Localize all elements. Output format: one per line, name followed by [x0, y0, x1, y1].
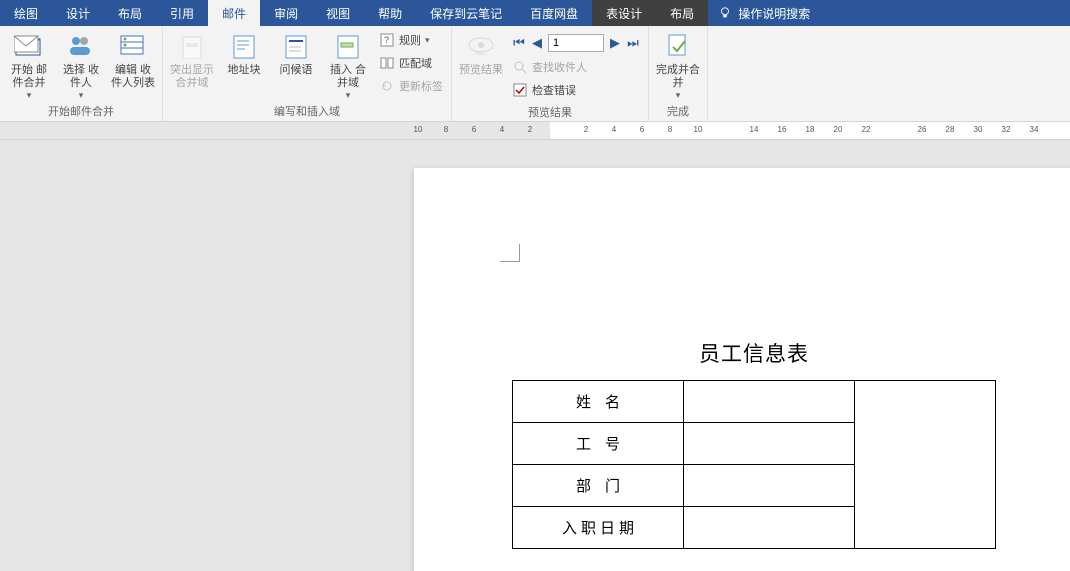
tab-table-design[interactable]: 表设计: [592, 0, 656, 26]
preview-results-button: ABC 预览结果: [456, 28, 506, 77]
finish-label: 完成并合并: [655, 64, 701, 90]
caret-icon: ▾: [676, 90, 681, 101]
next-record-button[interactable]: ▶: [608, 35, 622, 51]
tab-design[interactable]: 设计: [52, 0, 104, 26]
find-recipient-button: 查找收件人: [512, 57, 640, 77]
tab-help[interactable]: 帮助: [364, 0, 416, 26]
address-block-button[interactable]: 地址块: [219, 28, 269, 77]
caret-icon: ▾: [79, 90, 84, 101]
rules-button[interactable]: ? 规则 ▾: [379, 30, 443, 50]
list-edit-icon: [117, 30, 149, 62]
address-label: 地址块: [228, 64, 261, 77]
record-number-input[interactable]: [548, 34, 604, 52]
greeting-icon: [280, 30, 312, 62]
caret-icon: ▾: [346, 90, 351, 101]
match-label: 匹配域: [399, 55, 432, 71]
lightbulb-icon: [718, 6, 732, 20]
select-recipients-button[interactable]: 选择 收件人 ▾: [56, 28, 106, 101]
paragraph-anchor: [500, 244, 520, 262]
tab-layout[interactable]: 布局: [104, 0, 156, 26]
group-preview: ABC 预览结果 ⏮ ◀ ▶ ⏭ 查找收件人 检查错误: [452, 26, 649, 121]
tab-table-layout[interactable]: 布局: [656, 0, 708, 26]
cell-id-label[interactable]: 工号: [513, 423, 684, 465]
horizontal-ruler[interactable]: 10864224681014161820222628303234: [0, 122, 1070, 140]
edit-recipient-list-button[interactable]: 编辑 收件人列表: [108, 28, 158, 90]
cell-name-value[interactable]: [684, 381, 855, 423]
check-icon: [512, 82, 528, 98]
caret-icon: ▾: [425, 35, 430, 46]
tab-baidu[interactable]: 百度网盘: [516, 0, 592, 26]
group-start-merge: 开始 邮件合并 ▾ 选择 收件人 ▾ 编辑 收件人列表 开始邮件合并: [0, 26, 163, 121]
first-record-button[interactable]: ⏮: [512, 35, 526, 51]
rules-label: 规则: [399, 32, 421, 48]
table-row: 姓名: [513, 381, 996, 423]
ribbon-tabs: 绘图 设计 布局 引用 邮件 审阅 视图 帮助 保存到云笔记 百度网盘 表设计 …: [0, 0, 1070, 26]
tell-me-search[interactable]: 操作说明搜索: [708, 0, 820, 26]
refresh-icon: [379, 78, 395, 94]
tab-mailings[interactable]: 邮件: [208, 0, 260, 26]
update-label: 更新标签: [399, 78, 443, 94]
highlight-label: 突出显示 合并域: [169, 64, 215, 90]
svg-text:?: ?: [384, 35, 389, 45]
tab-references[interactable]: 引用: [156, 0, 208, 26]
match-fields-button[interactable]: 匹配域: [379, 53, 443, 73]
greeting-line-button[interactable]: 问候语: [271, 28, 321, 77]
caret-icon: ▾: [27, 90, 32, 101]
edit-list-label: 编辑 收件人列表: [110, 64, 156, 90]
insert-field-icon: [332, 30, 364, 62]
group-finish: 完成并合并 ▾ 完成: [649, 26, 708, 121]
preview-icon: ABC: [465, 30, 497, 62]
cell-id-value[interactable]: [684, 423, 855, 465]
insert-merge-field-button[interactable]: 插入 合并域 ▾: [323, 28, 373, 101]
search-icon: [512, 59, 528, 75]
greeting-label: 问候语: [280, 64, 313, 77]
cell-dept-label[interactable]: 部门: [513, 465, 684, 507]
cell-hire-label[interactable]: 入职日期: [513, 507, 684, 549]
cell-hire-value[interactable]: [684, 507, 855, 549]
highlight-fields-button: 突出显示 合并域: [167, 28, 217, 90]
envelope-icon: [13, 30, 45, 62]
last-record-button[interactable]: ⏭: [626, 35, 640, 51]
find-recipient-label: 查找收件人: [532, 59, 587, 75]
select-recipients-label: 选择 收件人: [58, 64, 104, 90]
match-icon: [379, 55, 395, 71]
page-title[interactable]: 员工信息表: [500, 338, 1008, 368]
tell-me-label: 操作说明搜索: [738, 5, 810, 22]
group-start-label: 开始邮件合并: [4, 101, 158, 122]
start-merge-label: 开始 邮件合并: [6, 64, 52, 90]
tab-drawing[interactable]: 绘图: [0, 0, 52, 26]
group-write-label: 编写和插入域: [167, 101, 447, 122]
group-finish-label: 完成: [653, 101, 703, 122]
finish-icon: [662, 30, 694, 62]
cell-name-label[interactable]: 姓名: [513, 381, 684, 423]
document-workspace: 员工信息表 姓名 工号 部门 入职日期: [0, 140, 1070, 571]
cell-dept-value[interactable]: [684, 465, 855, 507]
highlight-icon: [176, 30, 208, 62]
group-preview-label: 预览结果: [456, 102, 644, 123]
address-icon: [228, 30, 260, 62]
rules-icon: ?: [379, 32, 395, 48]
people-icon: [65, 30, 97, 62]
employee-table[interactable]: 姓名 工号 部门 入职日期: [512, 380, 996, 549]
document-page[interactable]: 员工信息表 姓名 工号 部门 入职日期: [414, 168, 1070, 571]
prev-record-button[interactable]: ◀: [530, 35, 544, 51]
tab-save-cloud[interactable]: 保存到云笔记: [416, 0, 516, 26]
insert-field-label: 插入 合并域: [325, 64, 371, 90]
start-mail-merge-button[interactable]: 开始 邮件合并 ▾: [4, 28, 54, 101]
finish-merge-button[interactable]: 完成并合并 ▾: [653, 28, 703, 101]
group-write-fields: 突出显示 合并域 地址块 问候语 插入 合并域 ▾ ? 规则 ▾: [163, 26, 452, 121]
tab-review[interactable]: 审阅: [260, 0, 312, 26]
update-labels-button: 更新标签: [379, 76, 443, 96]
preview-label: 预览结果: [459, 64, 503, 77]
check-errors-label: 检查错误: [532, 82, 576, 98]
check-errors-button[interactable]: 检查错误: [512, 80, 640, 100]
tab-view[interactable]: 视图: [312, 0, 364, 26]
cell-photo[interactable]: [855, 381, 996, 549]
svg-text:ABC: ABC: [475, 51, 488, 57]
ribbon: 开始 邮件合并 ▾ 选择 收件人 ▾ 编辑 收件人列表 开始邮件合并 突出显示 …: [0, 26, 1070, 122]
